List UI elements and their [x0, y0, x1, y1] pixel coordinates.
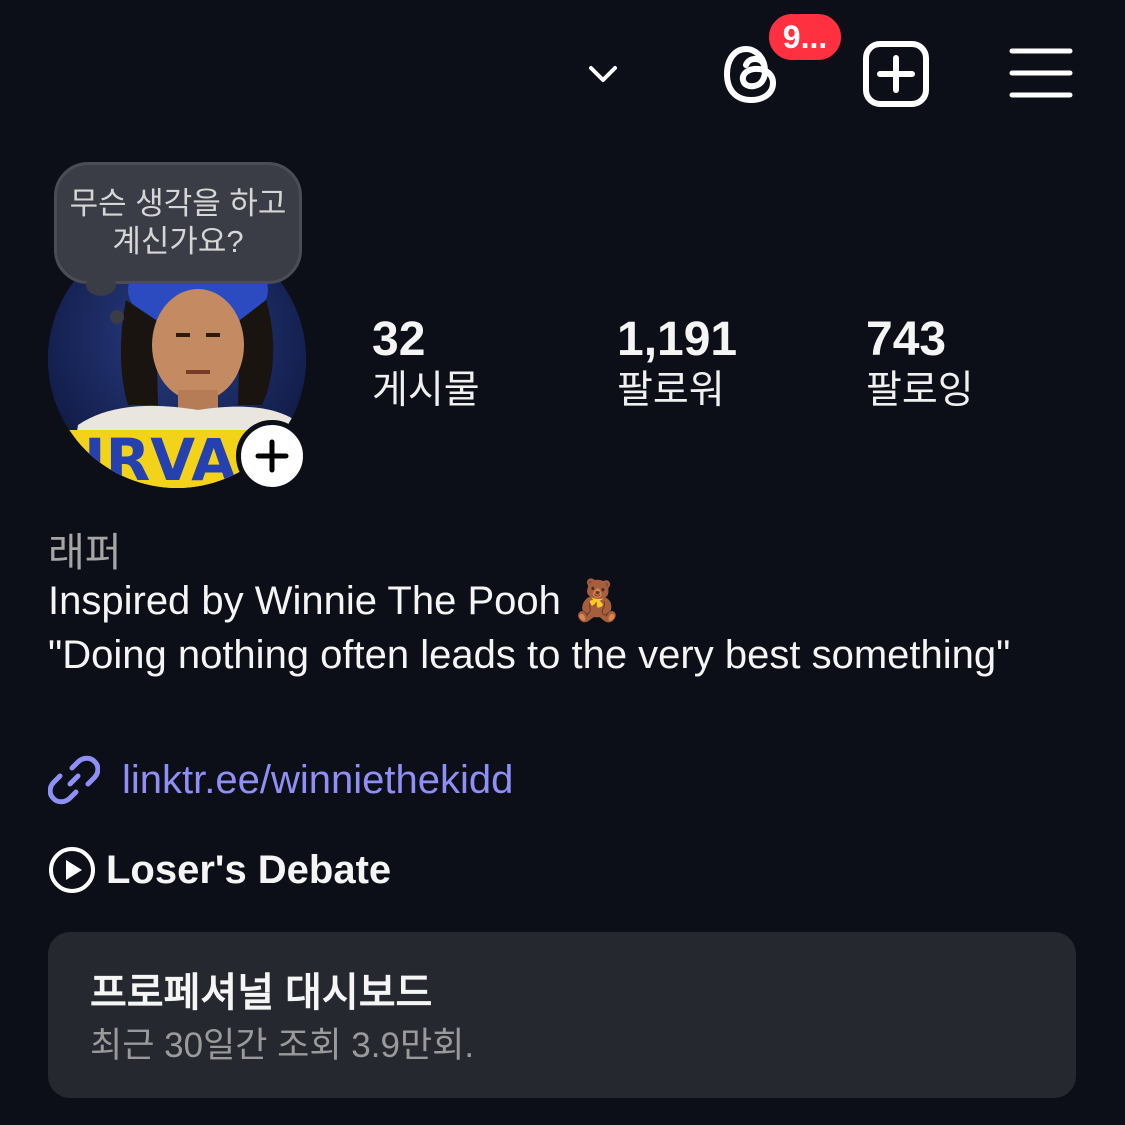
avatar-shirt-text: IRVA	[84, 426, 236, 488]
following-label: 팔로잉	[866, 369, 974, 412]
hamburger-menu-icon	[1009, 48, 1073, 98]
followers-count: 1,191	[617, 313, 738, 366]
bio-link[interactable]: linktr.ee/winniethekidd	[48, 752, 513, 808]
profile-page: 9... IRVA 무슨 생각을 하고 계신가요? 32 게시물 1,191 팔…	[0, 0, 1125, 1125]
notification-badge: 9...	[766, 11, 844, 63]
bio-link-text[interactable]: linktr.ee/winniethekidd	[122, 758, 513, 803]
create-post-button[interactable]	[860, 38, 932, 110]
profile-music[interactable]: Loser's Debate	[48, 842, 391, 898]
profile-category: 래퍼	[48, 531, 122, 575]
music-title: Loser's Debate	[106, 847, 392, 892]
play-circle-icon	[49, 847, 95, 893]
posts-stat[interactable]: 32 게시물	[372, 312, 480, 414]
followers-stat[interactable]: 1,191 팔로워	[617, 312, 737, 414]
posts-label: 게시물	[372, 369, 480, 412]
menu-button[interactable]	[1006, 42, 1076, 104]
posts-count: 32	[372, 313, 426, 366]
account-switcher-button[interactable]	[580, 52, 626, 98]
plus-icon	[255, 439, 289, 473]
add-story-button[interactable]	[236, 420, 308, 492]
note-bubble-tail-dot	[110, 310, 124, 324]
followers-label: 팔로워	[617, 369, 725, 412]
following-stat[interactable]: 743 팔로잉	[866, 312, 974, 414]
professional-dashboard-card[interactable]: 프로페셔널 대시보드 최근 30일간 조회 3.9만회.	[48, 932, 1076, 1098]
link-icon	[48, 755, 100, 805]
note-bubble[interactable]: 무슨 생각을 하고 계신가요?	[54, 162, 302, 284]
dashboard-subtitle: 최근 30일간 조회 3.9만회.	[90, 1026, 475, 1065]
top-bar: 9...	[0, 0, 1125, 140]
following-count: 743	[866, 313, 947, 366]
note-bubble-tail	[86, 274, 116, 296]
dashboard-title: 프로페셔널 대시보드	[90, 971, 433, 1015]
plus-square-icon	[863, 41, 929, 107]
chevron-down-icon	[589, 66, 617, 82]
profile-bio: Inspired by Winnie The Pooh 🧸 "Doing not…	[48, 579, 1011, 677]
